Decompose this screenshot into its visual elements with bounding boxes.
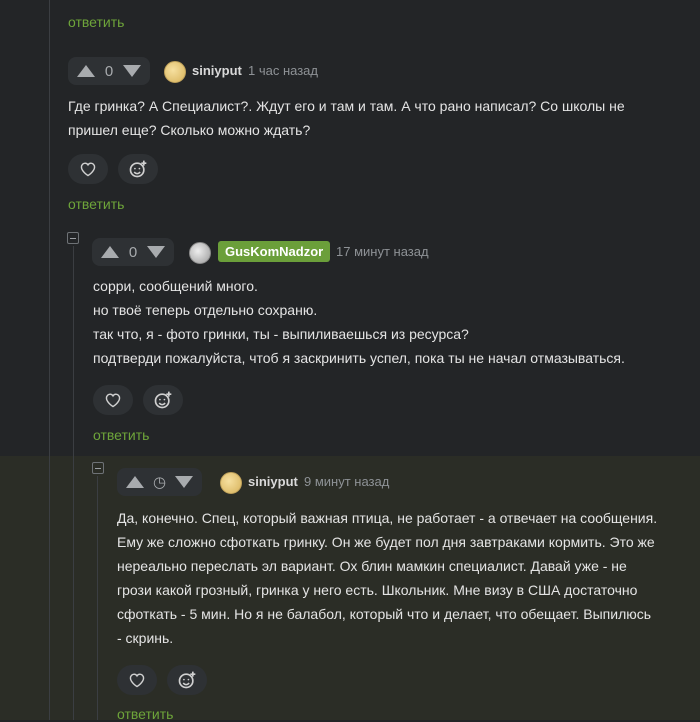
heart-icon — [105, 393, 121, 408]
smile-plus-icon — [154, 391, 172, 409]
timestamp[interactable]: 17 минут назад — [336, 244, 429, 259]
thread-line — [73, 246, 74, 720]
comment-line: сфоткать - 5 мин. Но я не балабол, котор… — [117, 606, 652, 622]
avatar[interactable] — [164, 61, 186, 83]
minus-icon — [95, 467, 101, 469]
username-badge[interactable]: GusKomNadzor — [218, 241, 331, 262]
arrow-up-icon — [77, 65, 95, 77]
vote-box: ◷ — [117, 468, 203, 496]
comment-line: но твоё теперь отдельно сохраню. — [93, 302, 318, 318]
comment-line: так что, я - фото гринки, ты - выпиливае… — [93, 326, 469, 342]
comment-line: сорри, сообщений много. — [93, 278, 258, 294]
comment-line: Где гринка? А Специалист?. Ждут его и та… — [68, 98, 625, 114]
add-reaction-button[interactable] — [143, 385, 183, 415]
arrow-down-icon — [123, 65, 141, 77]
arrow-down-icon — [175, 476, 194, 488]
smile-plus-icon — [129, 160, 147, 178]
username[interactable]: siniyput — [248, 474, 298, 489]
upvote-button[interactable] — [98, 243, 122, 261]
rating-score: 0 — [128, 243, 138, 261]
avatar[interactable] — [189, 242, 211, 264]
arrow-down-icon — [147, 246, 165, 258]
arrow-up-icon — [126, 476, 144, 488]
comment-line: Да, конечно. Спец, который важная птица,… — [117, 510, 658, 526]
heart-icon — [80, 162, 96, 177]
comment-line: пришел еще? Сколько можно ждать? — [68, 122, 311, 138]
comment-line: нереально переслать эл вариант. Ох блин … — [117, 558, 627, 574]
smile-plus-icon — [178, 671, 196, 689]
rating-score: 0 — [104, 62, 114, 80]
reply-link[interactable]: ответить — [93, 427, 149, 443]
vote-box: 0 — [92, 238, 174, 266]
comment-line: грози какой грозный, гринка у него есть.… — [117, 582, 638, 598]
collapse-thread-button[interactable] — [67, 232, 79, 244]
username[interactable]: siniyput — [192, 63, 242, 78]
minus-icon — [70, 237, 76, 239]
arrow-up-icon — [101, 246, 119, 258]
timestamp[interactable]: 1 час назад — [248, 63, 318, 78]
downvote-button[interactable] — [144, 243, 168, 261]
downvote-button[interactable] — [120, 62, 144, 80]
comment-line: подтверди пожалуйста, чтоб я заскринить … — [93, 350, 625, 366]
add-reaction-button[interactable] — [118, 154, 158, 184]
like-button[interactable] — [68, 154, 108, 184]
comment-text: сорри, сообщений много. но твоё теперь о… — [93, 274, 625, 370]
upvote-button[interactable] — [123, 473, 147, 491]
like-button[interactable] — [117, 665, 157, 695]
collapse-thread-button[interactable] — [92, 462, 104, 474]
avatar[interactable] — [220, 472, 242, 494]
thread-line — [97, 476, 98, 720]
clock-icon: ◷ — [153, 474, 167, 491]
comment-line: Ему же сложно сфоткать гринку. Он же буд… — [117, 534, 655, 550]
heart-icon — [129, 673, 145, 688]
comment-text: Да, конечно. Спец, который важная птица,… — [117, 506, 657, 650]
upvote-button[interactable] — [74, 62, 98, 80]
timestamp[interactable]: 9 минут назад — [304, 474, 389, 489]
thread-line — [49, 0, 50, 720]
reply-link[interactable]: ответить — [68, 196, 124, 212]
downvote-button[interactable] — [172, 473, 196, 491]
comment-line: - скринь. — [117, 630, 174, 646]
add-reaction-button[interactable] — [167, 665, 207, 695]
vote-box: 0 — [68, 57, 150, 85]
comment-text: Где гринка? А Специалист?. Ждут его и та… — [68, 94, 625, 142]
reply-link[interactable]: ответить — [68, 14, 124, 30]
like-button[interactable] — [93, 385, 133, 415]
